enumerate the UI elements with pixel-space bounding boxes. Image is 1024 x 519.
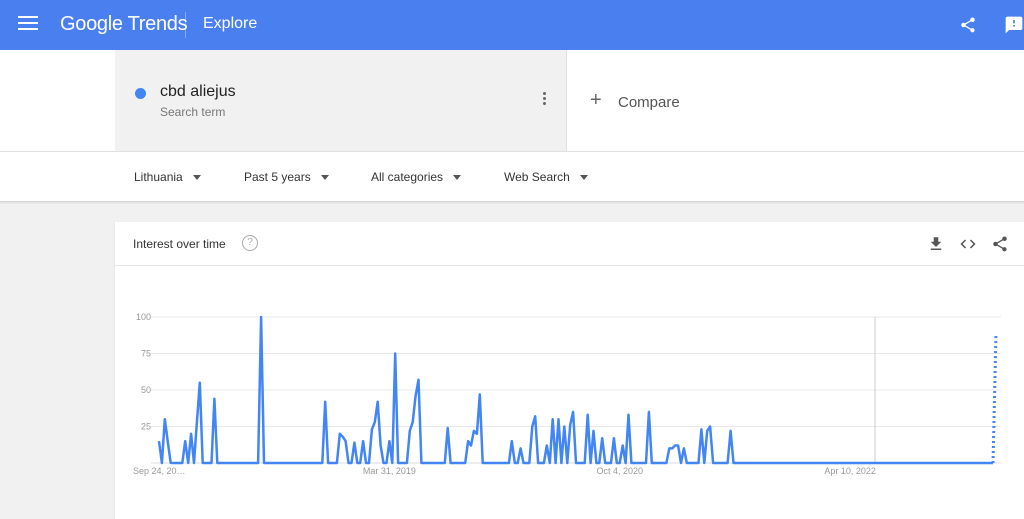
share-icon[interactable] — [959, 16, 977, 34]
x-tick-label: Sep 24, 20… — [133, 466, 186, 476]
filter-bar: Lithuania Past 5 years All categories We… — [0, 151, 1024, 202]
share-icon[interactable] — [991, 235, 1009, 253]
search-term-card[interactable]: cbd aliejus Search term — [115, 50, 567, 151]
compare-button[interactable]: + Compare — [568, 50, 1024, 151]
term-color-dot — [135, 88, 146, 99]
interest-over-time-chart[interactable]: 25 50 75 100 Sep 24, 20… Mar 31, 2019 Oct 4, … — [115, 266, 1024, 519]
category-label: All categories — [371, 170, 444, 184]
add-icon: + — [590, 89, 602, 111]
y-tick-label: 25 — [141, 422, 151, 432]
x-tick-label: Oct 4, 2020 — [596, 466, 643, 476]
region-dropdown[interactable]: Lithuania — [134, 170, 201, 184]
download-icon[interactable] — [927, 235, 945, 253]
x-tick-label: Mar 31, 2019 — [363, 466, 416, 476]
header-divider — [185, 12, 186, 38]
search-property-label: Web Search — [504, 170, 570, 184]
compare-label: Compare — [618, 94, 680, 111]
embed-code-icon[interactable] — [959, 235, 977, 253]
y-tick-label: 100 — [136, 312, 151, 322]
y-axis-ticks: 25 50 75 100 — [136, 312, 151, 432]
caret-down-icon — [453, 175, 462, 181]
time-range-label: Past 5 years — [244, 170, 311, 184]
search-term-name[interactable]: cbd aliejus — [160, 83, 236, 101]
x-tick-label: Apr 10, 2022 — [824, 466, 876, 476]
y-tick-label: 75 — [141, 349, 151, 359]
card-header: Interest over time ? — [115, 222, 1024, 266]
interest-over-time-card: Interest over time ? 25 50 75 100 Sep 24, 2… — [115, 222, 1024, 519]
caret-down-icon — [579, 175, 588, 181]
category-dropdown[interactable]: All categories — [371, 170, 462, 184]
time-range-dropdown[interactable]: Past 5 years — [244, 170, 329, 184]
caret-down-icon — [320, 175, 329, 181]
caret-down-icon — [192, 175, 201, 181]
region-label: Lithuania — [134, 170, 183, 184]
y-tick-label: 50 — [141, 385, 151, 395]
menu-icon[interactable] — [18, 16, 38, 34]
x-axis-ticks: Sep 24, 20… Mar 31, 2019 Oct 4, 2020 Apr 10… — [133, 466, 876, 476]
google-trends-logo[interactable]: Google Trends — [60, 13, 188, 36]
series-partial-segment — [991, 333, 998, 464]
search-term-type: Search term — [160, 105, 226, 119]
card-title: Interest over time — [133, 237, 226, 251]
help-icon[interactable]: ? — [242, 235, 258, 251]
feedback-icon[interactable] — [1004, 15, 1024, 35]
more-options-icon[interactable] — [541, 92, 547, 108]
top-app-bar: Google Trends Explore — [0, 0, 1024, 50]
search-property-dropdown[interactable]: Web Search — [504, 170, 588, 184]
page-title: Explore — [203, 15, 258, 32]
